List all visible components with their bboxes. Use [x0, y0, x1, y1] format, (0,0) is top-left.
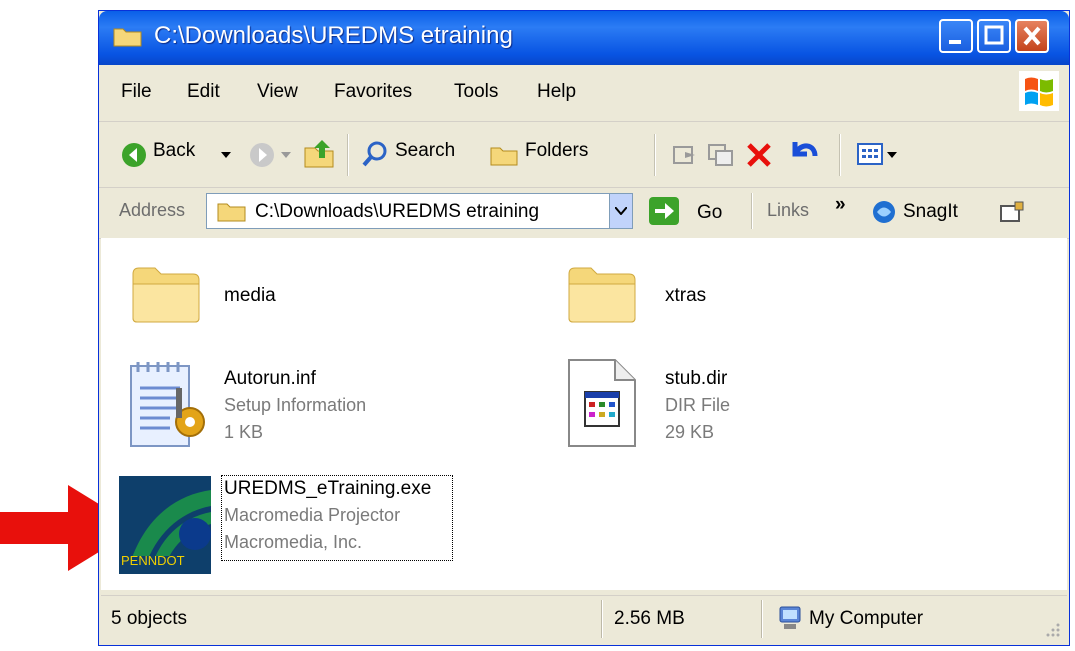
- search-icon: [362, 141, 387, 167]
- chevron-down-icon: [615, 207, 627, 215]
- title-bar[interactable]: C:\Downloads\UREDMS etraining: [99, 11, 1069, 65]
- my-computer-icon: [779, 606, 801, 629]
- go-label: Go: [697, 202, 723, 223]
- search-label: Search: [395, 140, 456, 161]
- file-type: Macromedia Projector: [224, 505, 401, 525]
- file-name: UREDMS_eTraining.exe: [224, 478, 432, 499]
- folder-icon: [113, 28, 142, 47]
- move-to-icon[interactable]: [671, 142, 699, 168]
- folders-icon: [490, 147, 518, 166]
- minimize-icon: [949, 40, 961, 44]
- menu-favorites[interactable]: Favorites: [334, 81, 412, 103]
- back-label: Back: [153, 140, 196, 161]
- links-label: Links: [767, 200, 810, 220]
- toolbar-separator: [654, 134, 656, 176]
- address-separator: [751, 193, 753, 229]
- close-icon: [1023, 26, 1041, 46]
- file-name: stub.dir: [665, 368, 728, 389]
- undo-icon[interactable]: [789, 138, 821, 170]
- penndot-icon-label: PENNDOT: [121, 553, 185, 568]
- file-type: DIR File: [665, 395, 731, 415]
- snagit-label: SnagIt: [903, 201, 958, 222]
- menu-tools[interactable]: Tools: [454, 81, 498, 103]
- maximize-icon: [984, 25, 1004, 45]
- address-label: Address: [119, 200, 186, 220]
- folder-icon: [568, 267, 636, 323]
- minimize-button[interactable]: [939, 19, 973, 53]
- copy-to-icon[interactable]: [707, 142, 735, 168]
- address-dropdown-button[interactable]: [609, 193, 633, 229]
- folders-label: Folders: [525, 140, 589, 161]
- delete-icon[interactable]: [744, 140, 774, 170]
- file-type: Setup Information: [224, 395, 367, 415]
- file-size: 1 KB: [224, 422, 264, 442]
- menu-file[interactable]: File: [121, 81, 152, 103]
- chevron-down-icon[interactable]: [221, 152, 231, 160]
- folder-icon: [217, 203, 246, 222]
- go-arrow-icon: [649, 197, 679, 225]
- file-name: media: [224, 285, 276, 306]
- windows-logo-icon: [1019, 71, 1059, 111]
- forward-button[interactable]: [249, 142, 275, 168]
- setup-information-icon: [130, 362, 205, 447]
- address-value: C:\Downloads\UREDMS etraining: [255, 201, 540, 222]
- file-name: Autorun.inf: [224, 368, 316, 389]
- chevron-down-icon: [887, 152, 897, 158]
- file-company: Macromedia, Inc.: [224, 532, 363, 552]
- snagit-capture-icon[interactable]: [999, 200, 1027, 224]
- toolbar: Back Search Folders: [99, 122, 1069, 188]
- up-folder-button[interactable]: [302, 136, 336, 170]
- status-location: My Computer: [809, 608, 924, 629]
- status-size: 2.56 MB: [614, 608, 685, 629]
- menu-help[interactable]: Help: [537, 81, 576, 103]
- dir-file-icon: [568, 359, 636, 447]
- forward-dropdown-icon[interactable]: [281, 152, 291, 160]
- status-separator: [761, 600, 763, 638]
- menu-edit[interactable]: Edit: [187, 81, 220, 103]
- snagit-icon: [873, 201, 895, 223]
- maximize-button[interactable]: [977, 19, 1011, 53]
- window-title: C:\Downloads\UREDMS etraining: [154, 22, 513, 49]
- address-bar: Address C:\Downloads\UREDMS etraining Go…: [99, 188, 1069, 239]
- address-input[interactable]: C:\Downloads\UREDMS etraining: [206, 193, 626, 229]
- status-bar: 5 objects 2.56 MB My Computer: [101, 595, 1067, 642]
- toolbar-separator: [347, 134, 349, 176]
- close-button[interactable]: [1015, 19, 1049, 53]
- back-arrow-icon: [122, 143, 146, 167]
- toolbar-separator: [839, 134, 841, 176]
- status-objects: 5 objects: [111, 608, 188, 629]
- status-separator: [601, 600, 603, 638]
- explorer-window: C:\Downloads\UREDMS etraining File Edit …: [98, 10, 1070, 646]
- views-icon: [857, 143, 883, 165]
- resize-grip-icon[interactable]: [1045, 622, 1061, 638]
- file-name: xtras: [665, 285, 707, 306]
- folder-icon: [132, 267, 200, 323]
- menu-bar: File Edit View Favorites Tools Help: [99, 65, 1069, 122]
- file-list: media xtras Autorun.inf Setup Informatio…: [101, 238, 1067, 590]
- links-more-button[interactable]: »: [835, 194, 846, 216]
- menu-view[interactable]: View: [257, 81, 298, 103]
- file-size: 29 KB: [665, 422, 715, 442]
